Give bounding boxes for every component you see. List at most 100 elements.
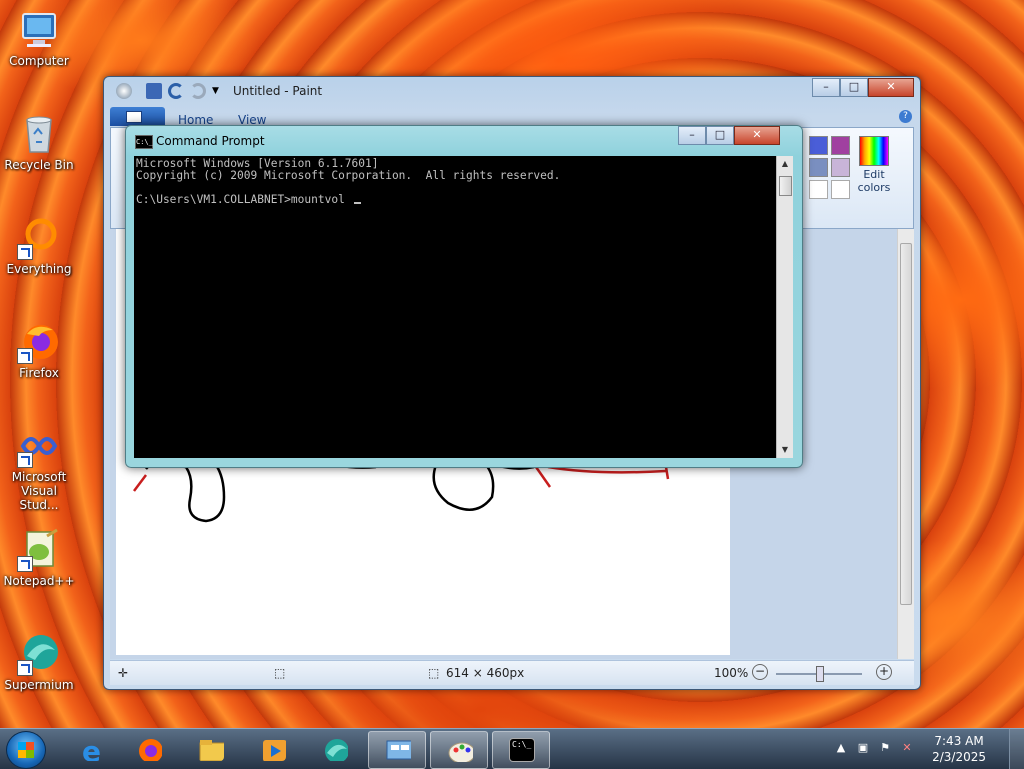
close-button[interactable]: ✕ — [734, 126, 780, 145]
taskbar-remote-desktop[interactable] — [368, 731, 426, 769]
paint-window-title: Untitled - Paint — [233, 84, 323, 98]
color-swatch[interactable] — [809, 158, 828, 177]
supermium-icon — [17, 632, 61, 676]
close-button[interactable]: ✕ — [868, 78, 914, 97]
save-icon[interactable] — [146, 83, 162, 99]
system-tray: ▲ ▣ ⚑ ✕ 7:43 AM 2/3/2025 — [834, 729, 1024, 769]
paint-menu-button[interactable] — [110, 107, 165, 126]
zoom-level-text: 100% — [714, 666, 749, 680]
shortcut-arrow-icon — [17, 660, 33, 676]
show-hidden-icons-icon[interactable]: ▲ — [834, 741, 848, 755]
desktop-icon-label: Computer — [9, 54, 69, 68]
maximize-button[interactable]: □ — [840, 78, 868, 97]
minimize-button[interactable]: – — [812, 78, 840, 97]
desktop-icon-firefox[interactable]: Firefox — [0, 320, 78, 380]
image-size-text: 614 × 460px — [446, 666, 525, 680]
selection-size-icon: ⬚ — [274, 666, 286, 680]
paint-titlebar[interactable]: ▼ Untitled - Paint – □ ✕ — [104, 77, 920, 105]
desktop-icon-notepad-plus-plus[interactable]: Notepad++ — [0, 528, 78, 588]
taskbar-internet-explorer[interactable]: e — [62, 731, 118, 767]
undo-icon[interactable] — [168, 83, 184, 99]
media-player-icon — [263, 740, 286, 761]
taskbar-command-prompt[interactable]: C:\_ — [492, 731, 550, 769]
command-prompt-title: Command Prompt — [156, 134, 265, 148]
console-line: Copyright (c) 2009 Microsoft Corporation… — [136, 169, 561, 182]
shortcut-arrow-icon — [17, 348, 33, 364]
computer-icon — [17, 8, 61, 52]
command-prompt-icon: C:\_ — [509, 738, 535, 762]
desktop: Computer Recycle Bin Everything Firefox … — [0, 0, 1024, 728]
desktop-icon-everything[interactable]: Everything — [0, 216, 78, 276]
edit-colors-button[interactable]: Edit colors — [853, 134, 895, 204]
remote-desktop-icon — [386, 740, 411, 760]
ribbon-tabs: Home View ? — [110, 107, 914, 127]
zoom-slider-thumb[interactable] — [816, 666, 824, 682]
command-prompt-icon: C:\_ — [135, 135, 153, 149]
taskbar-supermium[interactable] — [306, 731, 362, 767]
show-desktop-button[interactable] — [1009, 729, 1024, 769]
color-swatch[interactable] — [831, 158, 850, 177]
start-button[interactable] — [6, 731, 46, 769]
zoom-in-button[interactable]: + — [876, 664, 892, 680]
paint-app-icon[interactable] — [116, 83, 132, 99]
desktop-icon-label: Recycle Bin — [4, 158, 74, 172]
volume-muted-icon[interactable]: ✕ — [900, 741, 914, 755]
taskbar-media-player[interactable] — [244, 731, 300, 767]
desktop-icon-recycle-bin[interactable]: Recycle Bin — [0, 112, 78, 172]
color-swatch[interactable] — [831, 180, 850, 199]
desktop-icon-visual-studio[interactable]: Microsoft Visual Stud... — [0, 424, 78, 512]
desktop-icon-label: Notepad++ — [3, 574, 75, 588]
console-output[interactable]: Microsoft Windows [Version 6.1.7601] Cop… — [134, 156, 776, 458]
scrollbar-thumb[interactable] — [900, 243, 912, 605]
console-input-text: C:\Users\VM1.COLLABNET>mountvol — [136, 193, 352, 206]
desktop-icon-label: Firefox — [19, 366, 59, 380]
maximize-button[interactable]: □ — [706, 126, 734, 145]
firefox-icon — [17, 320, 61, 364]
console-prompt-line[interactable]: C:\Users\VM1.COLLABNET>mountvol — [136, 194, 774, 206]
paint-status-bar: ✛ ⬚ ⬚ 614 × 460px 100% − + — [110, 660, 914, 685]
cursor-position-icon: ✛ — [118, 666, 129, 680]
folder-icon — [199, 740, 224, 761]
clock[interactable]: 7:43 AM 2/3/2025 — [932, 733, 986, 765]
clock-date: 2/3/2025 — [932, 750, 986, 764]
command-prompt-window[interactable]: C:\_ Command Prompt – □ ✕ Microsoft Wind… — [125, 125, 803, 468]
desktop-icon-label: Microsoft Visual Stud... — [11, 470, 67, 512]
firefox-icon — [139, 739, 162, 761]
taskbar: e C:\_ ▲ ▣ ⚑ ✕ 7:43 AM 2/3/2025 — [0, 728, 1024, 769]
canvas-vertical-scrollbar[interactable] — [897, 229, 914, 659]
svg-text:e: e — [82, 737, 101, 761]
paint-icon — [448, 742, 473, 762]
shortcut-arrow-icon — [17, 556, 33, 572]
desktop-icon-supermium[interactable]: Supermium — [0, 632, 78, 692]
shortcut-arrow-icon — [17, 452, 33, 468]
action-center-flag-icon[interactable]: ⚑ — [878, 741, 892, 755]
color-swatch[interactable] — [831, 136, 850, 155]
color-swatch[interactable] — [809, 180, 828, 199]
taskbar-firefox[interactable] — [120, 731, 176, 767]
scroll-down-arrow-icon[interactable]: ▼ — [777, 442, 793, 458]
scrollbar-thumb[interactable] — [779, 176, 792, 196]
taskbar-file-explorer[interactable] — [182, 731, 238, 767]
console-scrollbar[interactable]: ▲ ▼ — [776, 156, 793, 458]
zoom-out-button[interactable]: − — [752, 664, 768, 680]
paint-window-controls: – □ ✕ — [812, 78, 914, 97]
taskbar-paint[interactable] — [430, 731, 488, 769]
visual-studio-icon — [17, 424, 61, 468]
redo-icon[interactable] — [190, 83, 206, 99]
notepad-plus-plus-icon — [17, 528, 61, 572]
color-swatch[interactable] — [809, 136, 828, 155]
shortcut-arrow-icon — [17, 244, 33, 260]
internet-explorer-icon: e — [82, 737, 101, 761]
customize-toolbar-icon[interactable]: ▼ — [212, 83, 228, 99]
recycle-bin-icon — [17, 112, 61, 156]
scroll-up-arrow-icon[interactable]: ▲ — [777, 156, 793, 172]
desktop-icon-computer[interactable]: Computer — [0, 8, 78, 68]
minimize-button[interactable]: – — [678, 126, 706, 145]
desktop-icon-label: Supermium — [4, 678, 74, 692]
text-cursor — [353, 202, 361, 204]
everything-icon — [17, 216, 61, 260]
help-icon[interactable]: ? — [899, 110, 912, 123]
clock-time: 7:43 AM — [934, 734, 984, 748]
network-icon[interactable]: ▣ — [856, 741, 870, 755]
desktop-icon-label: Everything — [6, 262, 72, 276]
